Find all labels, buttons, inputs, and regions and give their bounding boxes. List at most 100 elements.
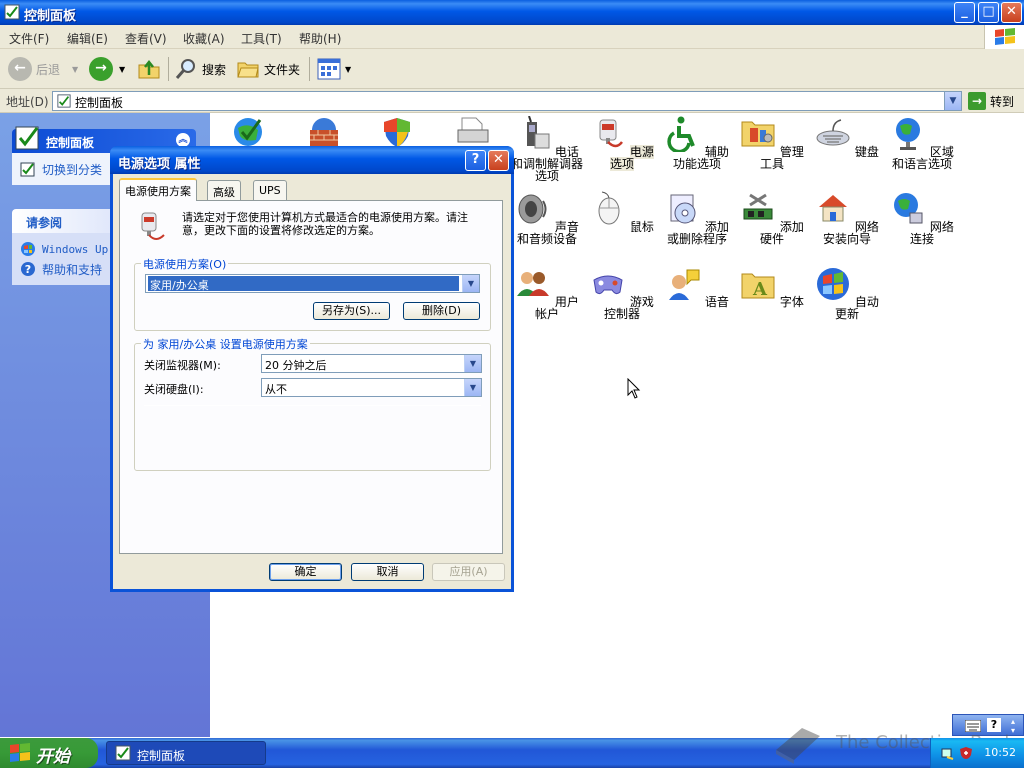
- cp-item-region-language[interactable]: 区域和语言选项: [885, 116, 959, 170]
- cp-item-speech[interactable]: 语音: [660, 266, 734, 308]
- scheme-select[interactable]: 家用/办公桌 ▼: [145, 274, 480, 293]
- cp-item-mouse[interactable]: 鼠标: [585, 191, 659, 233]
- cp-item-label: 键盘: [854, 145, 879, 159]
- go-button[interactable]: → 转到: [968, 92, 1014, 110]
- disk-label: 关闭硬盘(I):: [144, 383, 204, 396]
- menu-favorites[interactable]: 收藏(A): [183, 30, 225, 47]
- chevron-down-icon[interactable]: ▼: [462, 275, 479, 292]
- minimize-button[interactable]: _: [954, 2, 975, 23]
- cp-item-accessibility[interactable]: 辅助功能选项: [660, 116, 734, 170]
- menu-tools[interactable]: 工具(T): [241, 30, 282, 47]
- back-label: 后退: [36, 62, 61, 77]
- cp-item-admin-tools[interactable]: 管理工具: [735, 116, 809, 170]
- admin-tools-icon: [741, 121, 775, 147]
- cp-item-add-hardware[interactable]: 添加硬件: [735, 191, 809, 245]
- save-as-button[interactable]: 另存为(S)...: [313, 302, 390, 320]
- cp-item-auto-update[interactable]: 自动更新: [810, 266, 884, 320]
- sound-icon: [518, 194, 547, 224]
- svg-text:A: A: [752, 279, 768, 300]
- user-accounts-icon: [517, 272, 550, 296]
- windows-flag-icon: [995, 28, 1015, 45]
- cp-item-phone-modem[interactable]: 电话和调制解调器选项: [510, 115, 584, 182]
- menu-help[interactable]: 帮助(H): [299, 30, 341, 47]
- cp-item-network-connections[interactable]: 网络连接: [885, 191, 959, 245]
- control-panel-icon: [57, 94, 71, 108]
- forward-arrow-icon: →: [89, 57, 113, 81]
- power-options-icon: [141, 212, 165, 240]
- keyboard-icon[interactable]: [965, 720, 981, 732]
- back-button[interactable]: ← 后退 ▼: [8, 56, 78, 82]
- cp-item-sound[interactable]: 声音和音频设备: [510, 191, 584, 245]
- menu-view[interactable]: 查看(V): [125, 30, 167, 47]
- folders-label: 文件夹: [264, 62, 301, 77]
- dialog-help-button[interactable]: ?: [465, 150, 486, 171]
- folders-button[interactable]: 文件夹: [236, 56, 300, 82]
- back-dropdown-icon[interactable]: ▼: [72, 65, 78, 74]
- forward-dropdown-icon[interactable]: ▼: [119, 65, 125, 74]
- firewall-icon[interactable]: [306, 116, 342, 148]
- security-shield-icon[interactable]: [959, 746, 973, 760]
- up-folder-icon: [138, 59, 160, 79]
- help-icon: ?: [21, 262, 35, 276]
- window-titlebar[interactable]: 控制面板 _ □ ✕: [0, 0, 1024, 25]
- auto-update-icon: [817, 268, 850, 300]
- tab-power-schemes[interactable]: 电源使用方案: [119, 178, 197, 201]
- address-dropdown-icon[interactable]: ▼: [944, 92, 961, 110]
- cp-item-add-remove[interactable]: 添加或删除程序: [660, 191, 734, 245]
- tab-ups[interactable]: UPS: [253, 180, 287, 200]
- cp-item-network-wizard[interactable]: 网络安装向导: [810, 191, 884, 245]
- control-panel-section-title: 控制面板: [46, 136, 95, 150]
- cancel-button[interactable]: 取消: [351, 563, 424, 581]
- windows-update-icon: [21, 242, 35, 256]
- taskbar-item-control-panel[interactable]: 控制面板: [106, 741, 266, 765]
- start-button[interactable]: 开始: [0, 738, 98, 768]
- help-icon[interactable]: ?: [987, 718, 1001, 732]
- address-input[interactable]: 控制面板 ▼: [52, 91, 962, 111]
- cp-item-keyboard[interactable]: 键盘: [810, 116, 884, 158]
- monitor-off-select[interactable]: 20 分钟之后 ▼: [261, 354, 482, 373]
- system-tray: 10:52: [930, 738, 1024, 768]
- dialog-titlebar[interactable]: 电源选项 属性 ? ✕: [110, 146, 514, 174]
- svg-text:?: ?: [25, 263, 31, 276]
- region-language-icon: [896, 118, 921, 150]
- cp-item-fonts[interactable]: A 字体: [735, 266, 809, 308]
- windows-flag-icon: [10, 743, 30, 762]
- disk-off-select[interactable]: 从不 ▼: [261, 378, 482, 397]
- apply-button[interactable]: 应用(A): [432, 563, 505, 581]
- cp-item-user-accounts[interactable]: 用户帐户: [510, 266, 584, 320]
- tab-advanced[interactable]: 高级: [207, 180, 241, 200]
- fonts-icon: A: [741, 273, 775, 300]
- divider: [144, 405, 481, 406]
- settings-group: 为 家用/办公桌 设置电源使用方案 关闭监视器(M): 20 分钟之后 ▼ 关闭…: [134, 336, 491, 471]
- cp-item-game-controller[interactable]: 游戏控制器: [585, 266, 659, 320]
- menu-edit[interactable]: 编辑(E): [67, 30, 108, 47]
- address-bar: 地址(D) 控制面板 ▼ → 转到: [0, 89, 1024, 113]
- internet-options-icon[interactable]: [230, 116, 266, 148]
- maximize-button[interactable]: □: [978, 2, 999, 23]
- cp-item-power-options[interactable]: 电源选项: [585, 116, 659, 171]
- collapse-icon[interactable]: ︽: [176, 133, 190, 147]
- chevron-down-icon[interactable]: ▼: [464, 379, 481, 396]
- network-connections-icon: [894, 193, 923, 224]
- network-wizard-icon: [819, 195, 848, 222]
- watermark: The Collection Book: [772, 720, 1015, 766]
- close-button[interactable]: ✕: [1001, 2, 1022, 23]
- start-label: 开始: [36, 747, 70, 767]
- book-icon: [776, 728, 820, 764]
- menu-file[interactable]: 文件(F): [9, 30, 49, 47]
- search-button[interactable]: 搜索: [174, 56, 226, 82]
- forward-button[interactable]: → ▼: [89, 56, 125, 82]
- security-center-icon[interactable]: [382, 116, 412, 148]
- add-remove-icon: [670, 194, 696, 224]
- cp-item-label: 字体: [779, 295, 804, 309]
- chevron-down-icon[interactable]: ▼: [464, 355, 481, 372]
- folders-icon: [237, 62, 259, 78]
- ok-button[interactable]: 确定: [269, 563, 342, 581]
- dialog-close-button[interactable]: ✕: [488, 150, 509, 171]
- delete-button[interactable]: 删除(D): [403, 302, 480, 320]
- printers-faxes-icon[interactable]: [456, 116, 490, 146]
- views-button[interactable]: ▼: [317, 56, 351, 82]
- up-folder-button[interactable]: [137, 56, 161, 82]
- network-tray-icon[interactable]: [941, 746, 955, 760]
- taskbar-item-label: 控制面板: [137, 749, 186, 763]
